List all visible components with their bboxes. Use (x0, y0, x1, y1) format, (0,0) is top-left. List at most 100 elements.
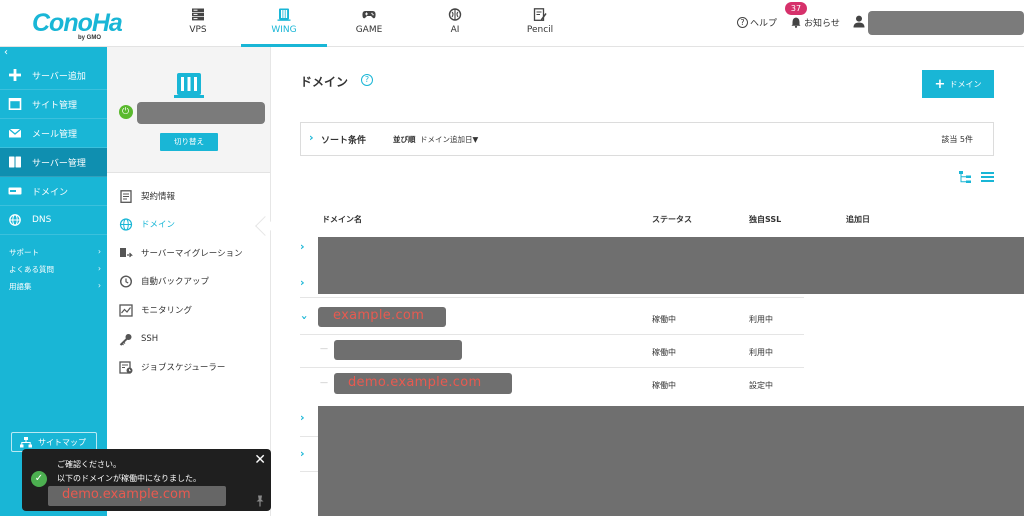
logo-sub: by GMO (78, 35, 102, 41)
globe-icon (119, 217, 133, 231)
plus-icon (9, 69, 21, 81)
expand-chevron-icon[interactable]: › (300, 411, 305, 424)
wing-server-icon (174, 73, 204, 98)
notice-label: お知らせ (804, 19, 840, 29)
column-header-domain-name[interactable]: ドメイン名 (322, 214, 362, 225)
expand-chevron-icon[interactable]: › (300, 447, 305, 460)
order-select[interactable]: ドメイン追加日▼ (420, 134, 478, 145)
panel-menu-label: サーバーマイグレーション (141, 249, 243, 259)
tab-label: AI (450, 25, 460, 35)
domain-name[interactable]: example.com (333, 308, 424, 323)
add-domain-button[interactable]: + ドメイン (922, 70, 994, 98)
tab-label: GAME (355, 25, 383, 35)
power-status-icon (119, 105, 133, 119)
sidebar-item-label: サイト管理 (32, 100, 78, 111)
sidebar-item-label: サーバー追加 (32, 71, 86, 82)
notification-toast: ✓ ご確認ください。 以下のドメインが稼働中になりました。 ✕ demo.exa… (22, 449, 271, 511)
panel-menu-ssh[interactable]: SSH (119, 329, 158, 349)
sidebar-item-add-server[interactable]: サーバー追加 (0, 61, 107, 90)
sidebar-item-site-management[interactable]: サイト管理 (0, 90, 107, 119)
expand-chevron-icon[interactable]: › (300, 276, 305, 289)
tab-ai[interactable]: AI (412, 0, 498, 47)
tab-vps[interactable]: VPS (155, 0, 241, 47)
window-icon (8, 98, 22, 110)
tree-connector: — (320, 344, 328, 353)
user-icon[interactable] (853, 15, 865, 28)
pin-icon[interactable] (255, 495, 265, 507)
tree-view-icon[interactable] (959, 171, 971, 183)
chevron-right-icon: › (98, 247, 101, 256)
expand-chevron-icon[interactable]: › (300, 240, 305, 253)
toast-domain: demo.example.com (62, 487, 191, 502)
gamepad-icon (362, 11, 376, 19)
conoha-logo[interactable]: ConoHa by GMO (32, 9, 124, 41)
sidebar-item-mail-management[interactable]: メール管理 (0, 119, 107, 148)
notice-link[interactable]: お知らせ (791, 16, 840, 29)
migration-icon (120, 247, 133, 257)
subdomain-name[interactable]: demo.example.com (348, 375, 481, 390)
tab-game[interactable]: GAME (326, 0, 412, 47)
panel-menu-monitoring[interactable]: モニタリング (119, 300, 192, 320)
sort-panel[interactable]: › ソート条件 並び順 ドメイン追加日▼ 該当 5件 (300, 122, 994, 156)
tab-label: VPS (189, 25, 207, 35)
column-header-ssl[interactable]: 独自SSL (749, 214, 781, 225)
panel-menu-job-scheduler[interactable]: ジョブスケジューラー (119, 357, 225, 377)
left-sidebar: ‹ サーバー追加 サイト管理 メール管理 サーバー管理 ドメイン DNS サポー… (0, 47, 107, 516)
panel-menu-contract[interactable]: 契約情報 (119, 186, 175, 206)
column-header-added-date[interactable]: 追加日 (846, 214, 870, 225)
panel-menu-label: 自動バックアップ (141, 277, 210, 287)
domain-ssl: 利用中 (749, 315, 773, 324)
sidebar-link-glossary[interactable]: 用語集 › (9, 281, 101, 292)
server-panel: 切り替え 契約情報 ドメイン サーバーマイグレーション 自動バックアップ モニタ… (107, 47, 271, 516)
redacted-rows (318, 406, 1024, 516)
sidebar-item-label: サーバー管理 (32, 158, 86, 169)
close-icon[interactable]: ✕ (254, 452, 266, 468)
panel-menu-auto-backup[interactable]: 自動バックアップ (119, 271, 209, 291)
backup-clock-icon (119, 274, 133, 288)
sidebar-link-label: 用語集 (9, 282, 32, 291)
sidebar-item-dns[interactable]: DNS (0, 206, 107, 235)
domain-status: 稼働中 (652, 315, 676, 324)
sidebar-link-faq[interactable]: よくある質問 › (9, 264, 101, 275)
account-name-redacted[interactable] (868, 11, 1024, 35)
collapse-sidebar-icon[interactable]: ‹ (4, 47, 8, 58)
result-count: 該当 5件 (941, 135, 973, 144)
pencil-doc-icon (533, 8, 547, 21)
contract-icon (120, 189, 132, 203)
sidebar-item-domain[interactable]: ドメイン (0, 177, 107, 206)
page-title: ドメイン (300, 75, 349, 89)
panel-menu-domain[interactable]: ドメイン (119, 214, 175, 234)
switch-server-button[interactable]: 切り替え (160, 133, 218, 151)
collapse-chevron-icon[interactable]: › (298, 315, 311, 320)
bell-icon (791, 17, 801, 28)
server-summary: 切り替え (107, 47, 270, 173)
sitemap-icon (20, 436, 32, 447)
domain-ssl: 設定中 (749, 381, 773, 390)
redacted-rows (318, 237, 1024, 294)
check-icon: ✓ (31, 471, 47, 487)
chevron-right-icon: › (98, 281, 101, 290)
server-name-redacted (137, 102, 265, 124)
tab-label: Pencil (526, 25, 554, 35)
globe-icon (9, 214, 21, 226)
sidebar-link-support[interactable]: サポート › (9, 247, 101, 258)
sidebar-item-label: DNS (32, 215, 52, 225)
column-header-status[interactable]: ステータス (652, 214, 692, 225)
sidebar-item-label: メール管理 (32, 129, 78, 140)
tab-label: WING (271, 25, 297, 35)
help-link[interactable]: ? ヘルプ (737, 16, 777, 29)
tab-pencil[interactable]: Pencil (497, 0, 583, 47)
sidebar-link-label: サポート (9, 248, 39, 257)
help-label: ヘルプ (750, 19, 778, 29)
list-view-icon[interactable] (981, 171, 994, 183)
panel-menu-label: 契約情報 (141, 192, 176, 202)
domain-status: 稼働中 (652, 348, 676, 357)
domain-ssl: 利用中 (749, 348, 773, 357)
notification-badge: 37 (785, 2, 807, 15)
sidebar-item-server-management[interactable]: サーバー管理 (0, 148, 107, 177)
help-icon[interactable]: ? (361, 74, 373, 86)
sidebar-item-label: ドメイン (32, 187, 69, 198)
panel-menu-migration[interactable]: サーバーマイグレーション (119, 243, 243, 263)
tab-wing[interactable]: WING (241, 0, 327, 47)
domain-icon (8, 187, 22, 195)
